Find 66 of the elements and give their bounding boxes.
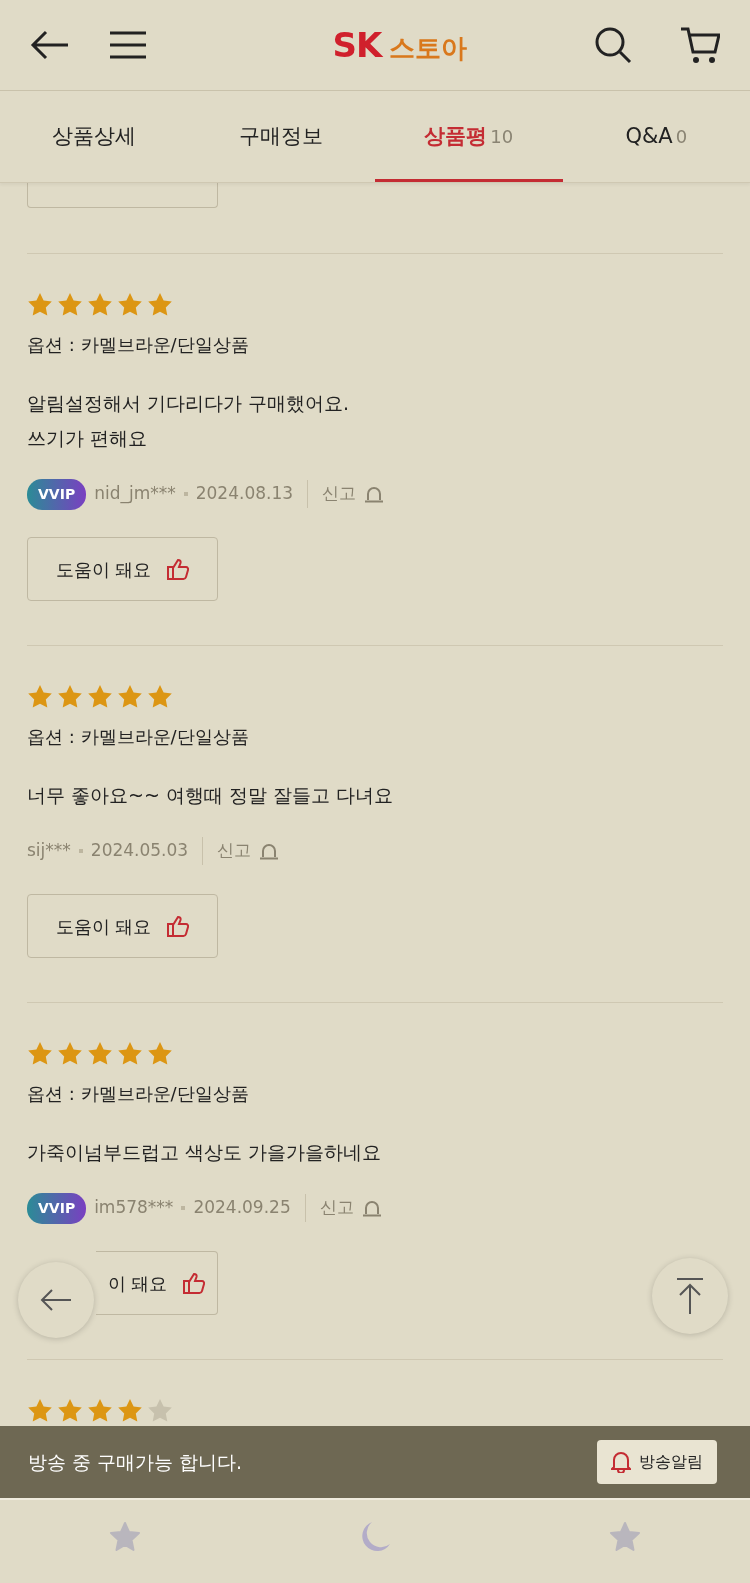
- cart-icon: [680, 26, 720, 64]
- star-icon: [27, 292, 53, 317]
- alarm-icon: [259, 842, 280, 860]
- back-button[interactable]: [30, 30, 70, 60]
- helpful-button[interactable]: 이 돼요: [96, 1251, 218, 1315]
- thumbs-up-icon: [167, 558, 190, 580]
- search-icon: [594, 26, 632, 64]
- star-icon: [117, 1398, 143, 1423]
- thumbs-up-icon: [167, 915, 190, 937]
- star-icon[interactable]: [108, 1520, 141, 1553]
- tab[interactable]: 상품평 10: [375, 91, 563, 182]
- review-option: 옵션 : 카멜브라운/단일상품: [27, 331, 723, 358]
- grade-badge: VVIP: [27, 478, 87, 510]
- star-icon: [87, 1398, 113, 1423]
- review-text: 너무 좋아요~~ 여행때 정말 잘들고 다녀요: [27, 783, 395, 808]
- helpful-button[interactable]: 도움이 돼요: [27, 894, 218, 958]
- tab[interactable]: 상품상세: [0, 91, 188, 182]
- review-date: 2024.08.13: [195, 482, 294, 506]
- star-icon: [147, 292, 173, 317]
- review-option: 옵션 : 카멜브라운/단일상품: [27, 1080, 723, 1107]
- broadcast-alert-button[interactable]: 방송알림: [597, 1440, 717, 1484]
- star-icon: [147, 684, 173, 709]
- logo-text: 스토아: [389, 31, 468, 65]
- bell-icon: [611, 1451, 631, 1473]
- review-option: 옵션 : 카멜브라운/단일상품: [27, 723, 723, 750]
- star-icon: [147, 1398, 173, 1423]
- logo-mark: SK: [332, 23, 382, 67]
- banner-text: 방송 중 구매가능 합니다.: [28, 1449, 243, 1475]
- tab[interactable]: 구매정보: [187, 91, 375, 182]
- star-icon: [57, 292, 83, 317]
- star-icon[interactable]: [609, 1520, 642, 1553]
- alarm-icon: [364, 485, 385, 503]
- user-name: im578***: [94, 1196, 174, 1220]
- menu-button[interactable]: [110, 30, 146, 60]
- arrow-up-icon: [676, 1277, 704, 1315]
- scroll-top-button[interactable]: [652, 1258, 728, 1334]
- cart-button[interactable]: [680, 26, 720, 64]
- thumbs-up-icon: [183, 1272, 206, 1294]
- star-icon: [57, 1398, 83, 1423]
- star-icon: [87, 292, 113, 317]
- star-icon: [57, 684, 83, 709]
- star-icon: [117, 684, 143, 709]
- star-icon: [117, 292, 143, 317]
- star-icon: [27, 1041, 53, 1066]
- star-icon: [117, 1041, 143, 1066]
- menu-icon: [110, 30, 146, 60]
- review-date: 2024.09.25: [193, 1196, 291, 1220]
- star-icon: [87, 684, 113, 709]
- alarm-icon: [361, 1199, 382, 1217]
- star-icon: [27, 684, 53, 709]
- helpful-button[interactable]: 도움이 돼요: [27, 537, 218, 601]
- tab[interactable]: Q&A 0: [562, 91, 750, 182]
- review-text: 쓰기가 편해요: [27, 426, 149, 451]
- grade-badge: VVIP: [27, 1192, 87, 1224]
- back-arrow-icon: [30, 30, 70, 60]
- star-icon: [87, 1041, 113, 1066]
- user-name: nid_jm***: [94, 482, 176, 506]
- star-icon: [147, 1041, 173, 1066]
- review-text: 가죽이넘부드럽고 색상도 가을가을하네요: [27, 1140, 383, 1165]
- star-icon: [27, 1398, 53, 1423]
- review-date: 2024.05.03: [90, 839, 189, 863]
- review-text: 알림설정해서 기다리다가 구매했어요.: [27, 391, 351, 416]
- user-name: sij***: [27, 839, 71, 863]
- back-arrow-icon: [40, 1288, 72, 1312]
- star-icon: [57, 1041, 83, 1066]
- search-button[interactable]: [594, 26, 632, 64]
